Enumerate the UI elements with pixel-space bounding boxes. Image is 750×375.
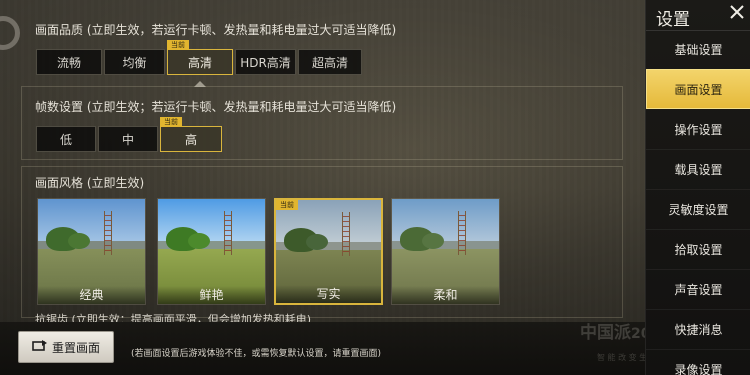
sidebar-item-pickup[interactable]: 拾取设置 [646, 230, 750, 270]
quality-option-hdr[interactable]: HDR高清 [235, 49, 296, 75]
style-card-vivid[interactable]: 鲜艳 [157, 198, 266, 305]
quality-option-ultra[interactable]: 超高清 [298, 49, 362, 75]
frame-rate-selector: 低 中 当前 高 [36, 117, 222, 152]
style-card-label: 经典 [38, 286, 145, 304]
option-label: HDR高清 [240, 55, 291, 70]
option-label: 中 [121, 132, 134, 147]
tree-icon [188, 233, 210, 249]
sidebar-item-basic[interactable]: 基础设置 [646, 30, 750, 70]
option-label: 流畅 [56, 55, 81, 70]
style-card-label: 鲜艳 [158, 286, 265, 304]
style-card-classic[interactable]: 经典 [37, 198, 146, 305]
tree-icon [68, 233, 90, 249]
tree-icon [422, 233, 444, 249]
sidebar-item-sensitivity[interactable]: 灵敏度设置 [646, 190, 750, 230]
quality-option-smooth[interactable]: 流畅 [36, 49, 102, 75]
quality-option-hd[interactable]: 当前 高清 [167, 40, 233, 75]
graphics-quality-title: 画面品质 (立即生效，若运行卡顿、发热量和耗电量过大可适当降低) [35, 23, 397, 37]
radio-tower-icon [342, 212, 350, 256]
graphics-quality-selector: 流畅 均衡 当前 高清 HDR高清 超高清 [36, 40, 362, 75]
current-tag: 当前 [160, 117, 182, 127]
sidebar-item-audio[interactable]: 声音设置 [646, 270, 750, 310]
style-card-realistic[interactable]: 当前 写实 [274, 198, 383, 305]
frame-rate-title: 帧数设置 (立即生效；若运行卡顿、发热量和耗电量过大可适当降低) [35, 100, 397, 114]
sidebar-title: 设置 [656, 10, 690, 30]
sidebar-item-quick-chat[interactable]: 快捷消息 [646, 310, 750, 350]
close-button[interactable] [723, 0, 750, 28]
option-label: 超高清 [311, 55, 348, 70]
anti-aliasing-title: 抗锯齿 (立即生效：提高画面平滑，但会增加发热和耗电) [35, 313, 312, 322]
style-card-label: 柔和 [392, 286, 499, 304]
reset-icon [32, 339, 48, 355]
radio-tower-icon [104, 211, 112, 255]
style-title: 画面风格 (立即生效) [35, 176, 145, 190]
fps-option-medium[interactable]: 中 [98, 126, 158, 152]
reset-button-label: 重置画面 [51, 340, 100, 355]
expand-caret-icon [194, 81, 206, 87]
fps-option-low[interactable]: 低 [36, 126, 96, 152]
style-card-soft[interactable]: 柔和 [391, 198, 500, 305]
sidebar-item-vehicle[interactable]: 载具设置 [646, 150, 750, 190]
settings-sidebar: 设置 基础设置 画面设置 操作设置 载具设置 灵敏度设置 拾取设置 声音设置 快… [645, 0, 750, 375]
reset-note: (若画面设置后游戏体验不佳，或需恢复默认设置，请重置画面) [131, 349, 382, 359]
style-card-label: 写实 [276, 285, 381, 303]
option-label: 低 [59, 132, 72, 147]
option-label: 高清 [187, 55, 212, 70]
current-tag: 当前 [167, 40, 189, 50]
sidebar-item-controls[interactable]: 操作设置 [646, 110, 750, 150]
reset-graphics-button[interactable]: 重置画面 [18, 331, 114, 363]
fps-option-high[interactable]: 当前 高 [160, 117, 222, 152]
sidebar-item-graphics[interactable]: 画面设置 [646, 69, 750, 109]
quality-option-balanced[interactable]: 均衡 [104, 49, 165, 75]
close-icon [729, 4, 745, 24]
current-tag: 当前 [276, 200, 298, 210]
sidebar-item-replay[interactable]: 录像设置 [646, 350, 750, 375]
tree-icon [306, 234, 328, 250]
option-label: 均衡 [122, 55, 147, 70]
watermark-main: 中国派 [580, 323, 631, 343]
radio-tower-icon [458, 211, 466, 255]
radio-tower-icon [224, 211, 232, 255]
option-label: 高 [184, 132, 197, 147]
